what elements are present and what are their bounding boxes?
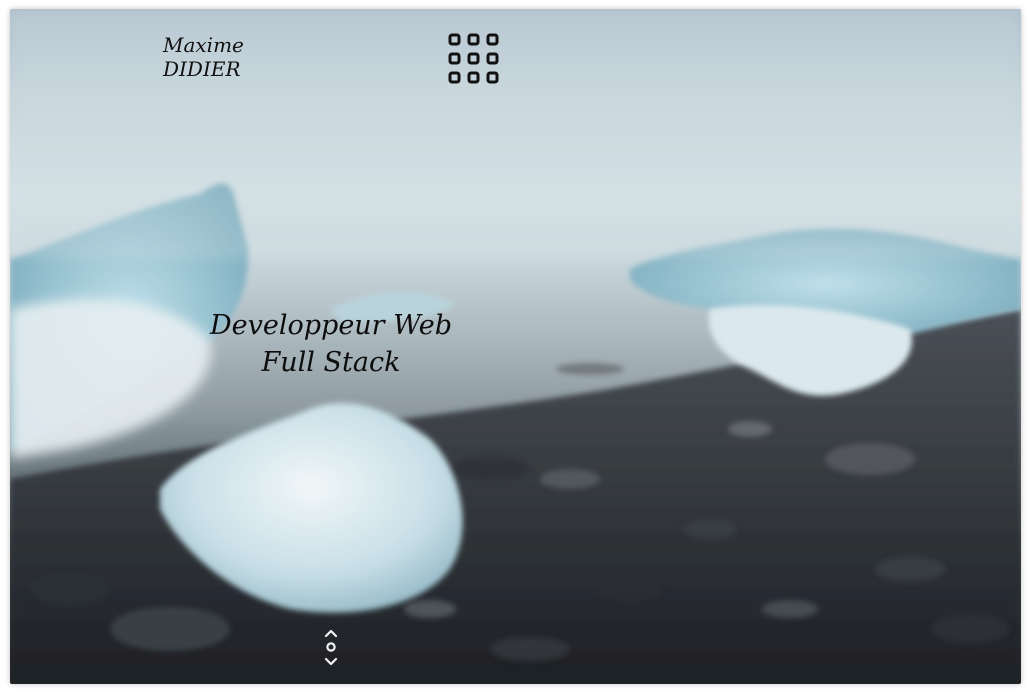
tagline-line-1: Developpeur Web bbox=[210, 310, 452, 341]
tagline-line-2: Full Stack bbox=[261, 347, 401, 378]
brand-last-name: DIDIER bbox=[163, 57, 241, 81]
brand-first-name: Maxime bbox=[163, 33, 244, 57]
scroll-arrows-icon[interactable] bbox=[322, 626, 340, 670]
grid-menu-icon[interactable] bbox=[447, 32, 501, 86]
hero-tagline: Developpeur Web Full Stack bbox=[200, 307, 462, 381]
background-photo bbox=[10, 9, 1021, 684]
brand-name[interactable]: Maxime DIDIER bbox=[163, 33, 244, 81]
hero-section: Maxime DIDIER Developpeur Web Full Stack bbox=[10, 9, 1021, 684]
